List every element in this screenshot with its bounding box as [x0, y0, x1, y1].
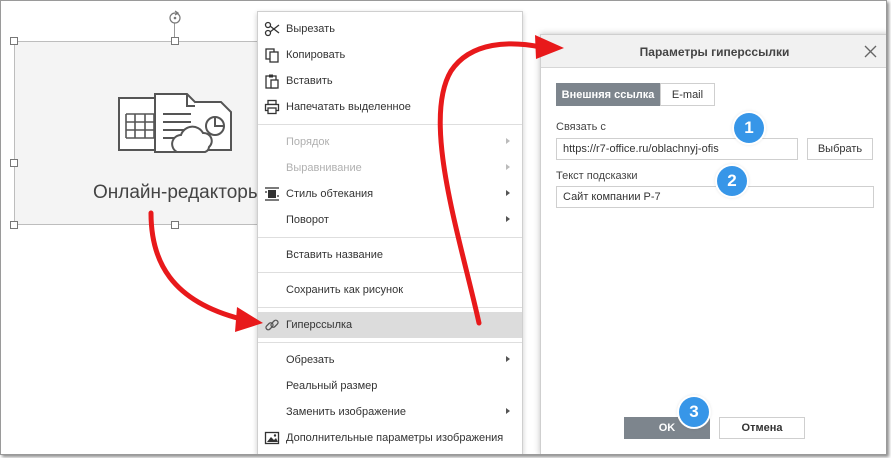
- menu-item-label: Вставить: [286, 75, 333, 87]
- step-badge-3: 3: [679, 397, 709, 427]
- menu-item-align[interactable]: Выравнивание: [258, 155, 522, 181]
- link-icon: [265, 319, 279, 331]
- menu-item-paste[interactable]: Вставить: [258, 68, 522, 94]
- menu-item-label: Вставить название: [286, 249, 383, 261]
- hyperlink-dialog: Параметры гиперссылки Внешняя ссылка E-m…: [540, 34, 886, 454]
- tab-external-link[interactable]: Внешняя ссылка: [556, 83, 660, 106]
- menu-item-rotate[interactable]: Поворот: [258, 207, 522, 233]
- menu-separator: [258, 307, 522, 308]
- menu-item-cut[interactable]: Вырезать: [258, 16, 522, 42]
- submenu-arrow-icon: [506, 356, 510, 362]
- close-icon[interactable]: [864, 45, 877, 58]
- link-url-input[interactable]: https://r7-office.ru/oblachnyj-ofis: [556, 138, 798, 160]
- menu-item-label: Копировать: [286, 49, 346, 61]
- menu-item-replace-image[interactable]: Заменить изображение: [258, 399, 522, 425]
- menu-item-image-advanced-settings[interactable]: Дополнительные параметры изображения: [258, 425, 522, 451]
- tab-email[interactable]: E-mail: [660, 83, 715, 106]
- menu-item-label: Гиперссылка: [286, 319, 353, 331]
- browse-button[interactable]: Выбрать: [807, 138, 873, 160]
- submenu-arrow-icon: [506, 216, 510, 222]
- menu-item-label: Обрезать: [286, 354, 335, 366]
- context-menu: Вырезать Копировать Вставить Напечатать …: [257, 11, 523, 454]
- menu-item-label: Поворот: [286, 214, 329, 226]
- menu-item-label: Порядок: [286, 136, 330, 148]
- rotate-stem: [174, 23, 175, 38]
- menu-item-label: Заменить изображение: [286, 406, 407, 418]
- submenu-arrow-icon: [506, 138, 510, 144]
- wrap-style-icon: [265, 187, 279, 201]
- menu-separator: [258, 342, 522, 343]
- image-icon: [264, 431, 280, 445]
- scissors-icon: [264, 21, 280, 37]
- menu-separator: [258, 237, 522, 238]
- dialog-title: Параметры гиперссылки: [639, 45, 790, 59]
- print-icon: [264, 99, 280, 115]
- submenu-arrow-icon: [506, 164, 510, 170]
- menu-item-label: Вырезать: [286, 23, 335, 35]
- step-badge-1: 1: [734, 113, 764, 143]
- menu-item-label: Реальный размер: [286, 380, 378, 392]
- menu-separator: [258, 124, 522, 125]
- resize-handle-top-left[interactable]: [10, 37, 18, 45]
- copy-icon: [265, 48, 279, 63]
- menu-separator: [258, 272, 522, 273]
- submenu-arrow-icon: [506, 408, 510, 414]
- menu-item-label: Сохранить как рисунок: [286, 284, 404, 296]
- menu-item-insert-caption[interactable]: Вставить название: [258, 242, 522, 268]
- submenu-arrow-icon: [506, 190, 510, 196]
- resize-handle-bottom[interactable]: [171, 221, 179, 229]
- menu-item-save-as-picture[interactable]: Сохранить как рисунок: [258, 277, 522, 303]
- resize-handle-left[interactable]: [10, 159, 18, 167]
- menu-item-label: Дополнительные параметры изображения: [286, 432, 504, 444]
- menu-item-wrap-style[interactable]: Стиль обтекания: [258, 181, 522, 207]
- rotate-handle-icon[interactable]: [167, 9, 183, 25]
- menu-item-label: Выравнивание: [286, 162, 362, 174]
- menu-item-hyperlink[interactable]: Гиперссылка: [258, 312, 522, 338]
- menu-item-label: Стиль обтекания: [286, 188, 374, 200]
- cancel-button[interactable]: Отмена: [719, 417, 805, 439]
- menu-item-label: Напечатать выделенное: [286, 101, 411, 113]
- arrow-to-hyperlink-item: [148, 210, 244, 322]
- screenshot-frame: Онлайн-редакторы Вырезать Копировать Вст…: [0, 0, 887, 455]
- resize-handle-bottom-left[interactable]: [10, 221, 18, 229]
- menu-item-actual-size[interactable]: Реальный размер: [258, 373, 522, 399]
- menu-item-crop[interactable]: Обрезать: [258, 347, 522, 373]
- step-badge-2: 2: [717, 166, 747, 196]
- menu-item-copy[interactable]: Копировать: [258, 42, 522, 68]
- documents-icon: [118, 93, 232, 153]
- menu-item-order[interactable]: Порядок: [258, 129, 522, 155]
- resize-handle-top[interactable]: [171, 37, 179, 45]
- tooltip-text-label: Текст подсказки: [556, 170, 638, 182]
- menu-item-print-selection[interactable]: Напечатать выделенное: [258, 94, 522, 120]
- dialog-header: Параметры гиперссылки: [541, 35, 886, 68]
- tooltip-text-input[interactable]: Сайт компании Р-7: [556, 186, 874, 208]
- paste-icon: [265, 74, 279, 89]
- link-to-label: Связать с: [556, 121, 606, 133]
